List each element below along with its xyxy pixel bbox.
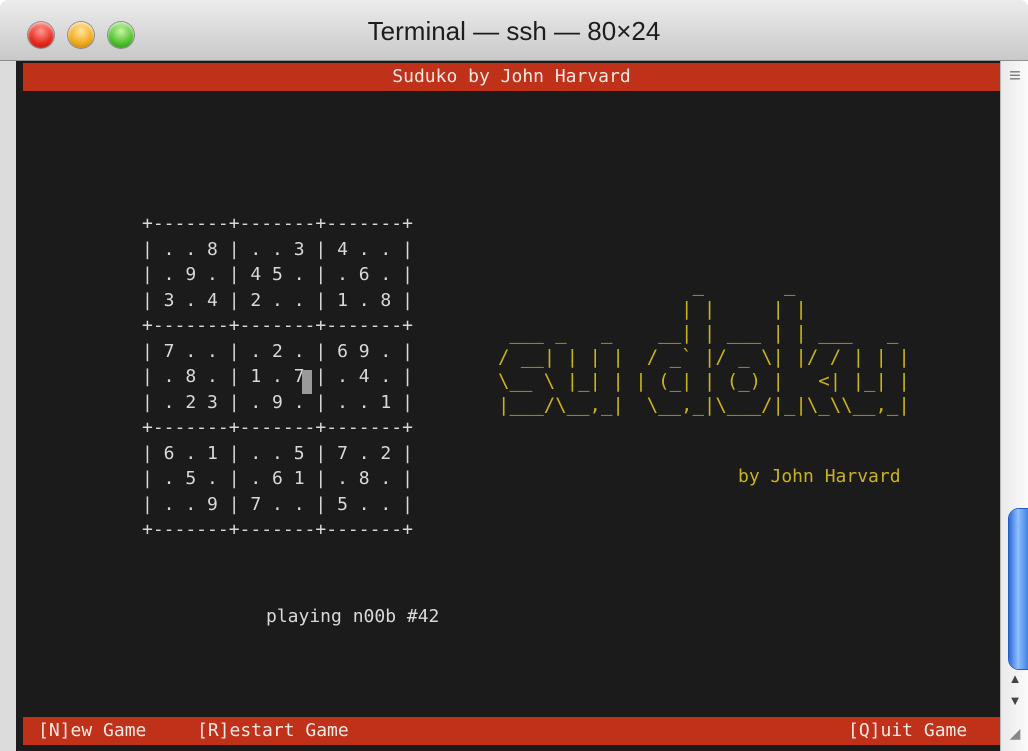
header-bar: Suduko by John Harvard (23, 63, 1000, 91)
scrollbar-grip-icon[interactable]: ≡ (1001, 61, 1028, 91)
status-text: playing n00b #42 (266, 606, 440, 627)
footer-bar: [N]ew Game [R]estart Game [Q]uit Game (23, 717, 1000, 745)
board-cursor (302, 370, 312, 394)
terminal-screen[interactable]: Suduko by John Harvard +-------+-------+… (16, 61, 1000, 751)
sudoku-logo: _ _ | | | | ___ _ _ __| | ___ | | ___ _ … (498, 274, 910, 416)
scroll-up-icon[interactable]: ▲ (1001, 669, 1028, 689)
scroll-down-icon[interactable]: ▼ (1001, 691, 1028, 711)
vertical-scrollbar[interactable]: ≡ ▲ ▼ ◢ (1000, 61, 1028, 751)
scrollbar-thumb[interactable] (1009, 509, 1028, 669)
terminal-window: Terminal — ssh — 80×24 Suduko by John Ha… (0, 0, 1028, 751)
window-title: Terminal — ssh — 80×24 (367, 16, 661, 46)
new-game-command[interactable]: [N]ew Game (38, 717, 146, 745)
title-bar[interactable]: Terminal — ssh — 80×24 (0, 0, 1028, 61)
quit-game-command[interactable]: [Q]uit Game (848, 717, 967, 745)
resize-grip-icon[interactable]: ◢ (1001, 715, 1028, 751)
restart-game-command[interactable]: [R]estart Game (197, 717, 349, 745)
sudoku-board: +-------+-------+-------+ | . . 8 | . . … (142, 213, 413, 540)
byline: by John Harvard (738, 466, 901, 487)
